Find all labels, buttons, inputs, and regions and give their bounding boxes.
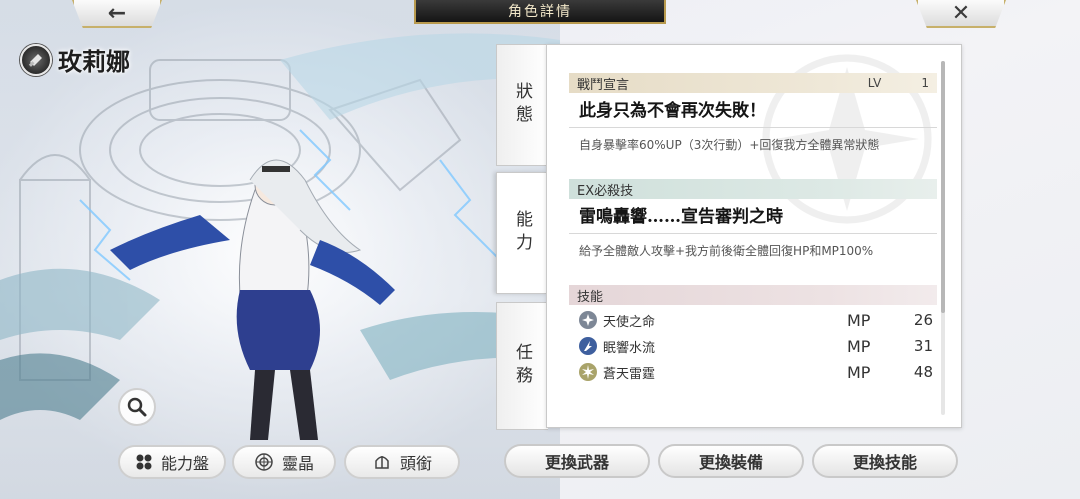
ability-panel: 戰鬥宣言 LV 1 此身只為不會再次失敗！ 自身暴擊率60%UP（3次行動）+回… [546, 44, 962, 428]
soul-crystal-label: 靈晶 [281, 454, 314, 473]
zoom-button[interactable] [118, 388, 156, 426]
mp-cost: 48 [913, 363, 933, 381]
battle-cry-title: 此身只為不會再次失敗！ [569, 93, 937, 128]
back-button[interactable]: ← [72, 0, 162, 28]
tab-mission[interactable]: 任務 [496, 302, 548, 430]
level-value: 1 [921, 76, 929, 90]
battle-cry-desc: 自身暴擊率60%UP（3次行動）+回復我方全體異常狀態 [579, 138, 880, 152]
ability-board-label: 能力盤 [160, 454, 209, 473]
change-gear-button[interactable]: 更換裝備 [658, 444, 804, 478]
helmet-icon [375, 456, 389, 469]
skills-section: 技能 天使之命 MP 26 眠響水流 MP 31 蒼天雷霆 MP 48 [569, 285, 937, 385]
search-icon [127, 397, 147, 417]
battle-cry-header-label: 戰鬥宣言 [577, 77, 630, 93]
tab-status[interactable]: 狀態 [496, 44, 548, 166]
title-label: 頭銜 [399, 454, 432, 473]
character-name: 玫莉娜 [58, 47, 130, 76]
skill-name: 蒼天雷霆 [603, 366, 656, 382]
mp-label: MP [847, 362, 871, 382]
level-indicator: LV 1 [868, 76, 937, 90]
mp-label: MP [847, 310, 871, 330]
ex-skill-title: 雷鳴轟響……宣告審判之時 [569, 199, 937, 234]
ex-skill-desc: 給予全體敵人攻擊+我方前後衛全體回復HP和MP100% [579, 244, 874, 258]
water-icon [579, 337, 597, 355]
ex-skill-header: EX必殺技 [569, 179, 937, 199]
mp-cost: 31 [913, 337, 933, 355]
skills-header: 技能 [569, 285, 937, 305]
battle-cry-section: 戰鬥宣言 LV 1 此身只為不會再次失敗！ 自身暴擊率60%UP（3次行動）+回… [569, 73, 937, 153]
grid-icon [136, 454, 152, 470]
ex-skill-section: EX必殺技 雷鳴轟響……宣告審判之時 給予全體敵人攻擊+我方前後衛全體回復HP和… [569, 179, 937, 259]
arrow-left-icon: ← [107, 0, 127, 26]
close-button[interactable]: ✕ [916, 0, 1006, 28]
skill-row[interactable]: 眠響水流 MP 31 [569, 333, 937, 359]
tab-ability[interactable]: 能力 [496, 172, 548, 294]
mp-cost: 26 [913, 311, 933, 329]
crystal-icon [255, 453, 273, 471]
change-weapon-button[interactable]: 更換武器 [504, 444, 650, 478]
change-skill-button[interactable]: 更換技能 [812, 444, 958, 478]
close-icon: ✕ [951, 0, 971, 26]
soul-crystal-button[interactable]: 靈晶 [232, 445, 336, 479]
class-emblem-icon [20, 43, 52, 76]
title-button[interactable]: 頭銜 [344, 445, 460, 479]
skill-row[interactable]: 天使之命 MP 26 [569, 307, 937, 333]
skill-row[interactable]: 蒼天雷霆 MP 48 [569, 359, 937, 385]
scroll-thumb[interactable] [941, 61, 945, 313]
skill-name: 天使之命 [603, 314, 656, 330]
skill-name: 眠響水流 [603, 340, 656, 356]
mp-label: MP [847, 336, 871, 356]
thunder-icon [579, 363, 597, 381]
page-title: 角色詳情 [414, 0, 666, 24]
battle-cry-header: 戰鬥宣言 LV 1 [569, 73, 937, 93]
character-name-block: 玫莉娜 [20, 42, 130, 77]
ability-board-button[interactable]: 能力盤 [118, 445, 226, 479]
angel-icon [579, 311, 597, 329]
panel-scrollbar[interactable] [941, 61, 945, 415]
level-label: LV [867, 76, 882, 90]
